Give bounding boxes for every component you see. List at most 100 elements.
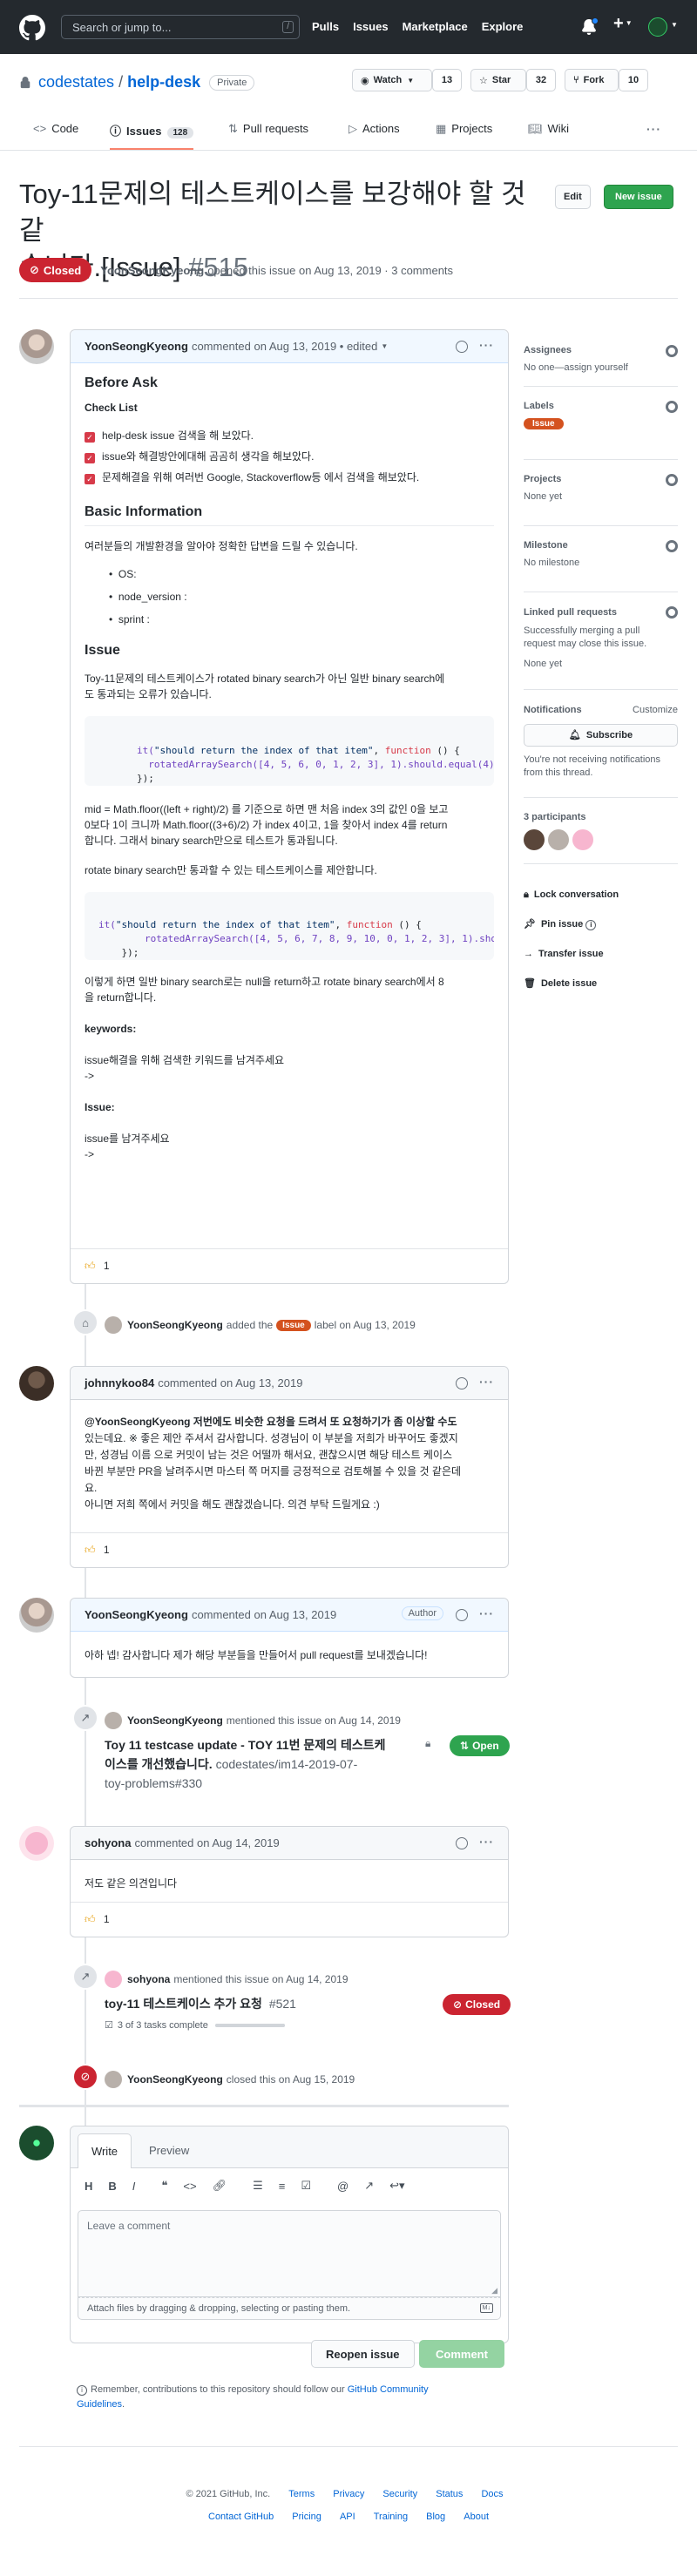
footer-link[interactable]: Pricing — [292, 2512, 321, 2522]
edit-title-button[interactable]: Edit — [555, 185, 591, 209]
comment-options-icon[interactable]: ··· — [479, 1606, 494, 1620]
comment-author[interactable]: johnnykoo84 — [85, 1376, 154, 1389]
footer-link[interactable]: Docs — [481, 2489, 503, 2499]
add-reaction-icon[interactable] — [456, 1377, 468, 1389]
watch-button[interactable]: ◉ Watch ▼ — [352, 69, 432, 91]
mentioned-pr-title[interactable]: 이스를 개선했습니다. — [105, 1757, 213, 1771]
event-avatar[interactable] — [105, 1971, 122, 1988]
write-tab[interactable]: Write — [78, 2133, 132, 2168]
watch-count[interactable]: 13 — [432, 69, 462, 91]
bold-icon[interactable]: B — [108, 2180, 116, 2193]
footer-link[interactable]: Security — [382, 2489, 417, 2499]
nav-marketplace[interactable]: Marketplace — [403, 20, 468, 33]
gear-icon[interactable] — [666, 345, 678, 357]
user-avatar[interactable] — [648, 17, 667, 37]
participant-avatar[interactable] — [572, 829, 593, 850]
footer-link[interactable]: Privacy — [333, 2489, 364, 2499]
preview-tab[interactable]: Preview — [149, 2144, 189, 2157]
fork-button[interactable]: ⑂ Fork — [565, 69, 619, 91]
mentioned-pr-ref[interactable]: toy-problems#330 — [105, 1776, 202, 1790]
mentioned-issue-number[interactable]: #521 — [269, 1997, 296, 2011]
gear-icon[interactable] — [666, 474, 678, 486]
more-tabs-icon[interactable]: ··· — [646, 122, 661, 136]
repo-name-link[interactable]: help-desk — [127, 73, 200, 91]
numbered-list-icon[interactable]: ≡ — [279, 2180, 286, 2193]
footer-link[interactable]: Training — [374, 2512, 408, 2522]
footer-link[interactable]: Blog — [426, 2512, 445, 2522]
transfer-issue-link[interactable]: → Transfer issue — [524, 939, 678, 969]
tab-issues[interactable]: ⓘ Issues 128 — [110, 120, 194, 150]
heading-icon[interactable]: H — [85, 2180, 92, 2193]
mentioned-pr-ref[interactable]: codestates/im14-2019-07- — [216, 1757, 358, 1771]
link-icon[interactable]: 🔗︎ — [213, 2179, 227, 2193]
event-author[interactable]: YoonSeongKyeong — [127, 1714, 223, 1727]
footer-link[interactable]: Status — [436, 2489, 463, 2499]
comment-author[interactable]: YoonSeongKyeong — [85, 340, 188, 353]
assignees-value[interactable]: No one—assign yourself — [524, 362, 678, 373]
add-reaction-icon[interactable] — [456, 341, 468, 353]
event-author[interactable]: sohyona — [127, 1973, 170, 1985]
nav-issues[interactable]: Issues — [353, 20, 388, 33]
linked-prs-heading[interactable]: Linked pull requests — [524, 592, 678, 619]
add-reaction-icon[interactable] — [456, 1609, 468, 1621]
gear-icon[interactable] — [666, 540, 678, 552]
tab-wiki[interactable]: 📖︎ Wiki — [528, 122, 569, 136]
tab-projects[interactable]: ▦ Projects — [436, 122, 492, 136]
tab-code[interactable]: <> Code — [33, 122, 78, 135]
comment-button[interactable]: Comment — [419, 2340, 504, 2368]
footer-link[interactable]: API — [340, 2512, 355, 2522]
comment-avatar[interactable] — [19, 1366, 54, 1401]
comment-textarea[interactable]: Leave a comment ◢ — [78, 2210, 501, 2297]
mentioned-issue[interactable]: toy-11 테스트케이스 추가 요청 #521 — [105, 1995, 296, 2012]
avatar-caret-icon[interactable]: ▼ — [671, 21, 678, 29]
code-icon[interactable]: <> — [183, 2180, 196, 2193]
plus-menu-button[interactable]: + ▼ — [613, 14, 633, 34]
nav-pulls[interactable]: Pulls — [312, 20, 339, 33]
quote-icon[interactable]: ❝ — [161, 2179, 167, 2193]
mention-icon[interactable]: @ — [337, 2180, 348, 2193]
issue-author-link[interactable]: YoonSeongKyeong — [100, 264, 204, 277]
comment-avatar[interactable] — [19, 329, 54, 364]
event-avatar[interactable] — [105, 1712, 122, 1729]
milestone-heading[interactable]: Milestone — [524, 526, 678, 551]
github-logo-icon[interactable] — [19, 15, 45, 41]
thumbs-up-reaction[interactable]: 👍︎ 1 — [85, 1544, 110, 1557]
add-reaction-icon[interactable] — [456, 1837, 468, 1849]
tab-actions[interactable]: ▷ Actions — [348, 122, 400, 136]
event-avatar[interactable] — [105, 2071, 122, 2088]
assignees-heading[interactable]: Assignees — [524, 329, 678, 355]
pin-issue-link[interactable]: 📌︎ Pin issue i — [524, 909, 678, 939]
gear-icon[interactable] — [666, 606, 678, 619]
footer-link[interactable]: About — [464, 2512, 489, 2522]
subscribe-button[interactable]: 🔔︎ Subscribe — [524, 724, 678, 747]
new-issue-button[interactable]: New issue — [604, 185, 673, 209]
reopen-issue-button[interactable]: ↻Reopen issue — [311, 2340, 415, 2368]
footer-link[interactable]: Contact GitHub — [208, 2512, 274, 2522]
lock-conversation-link[interactable]: 🔒︎ Lock conversation — [524, 880, 678, 909]
participant-avatar[interactable] — [548, 829, 569, 850]
comment-options-icon[interactable]: ··· — [479, 1835, 494, 1849]
cross-reference-icon[interactable]: ↗ — [364, 2179, 374, 2193]
comment-options-icon[interactable]: ··· — [479, 338, 494, 352]
thumbs-up-reaction[interactable]: 👍︎ 1 — [85, 1260, 110, 1273]
current-user-avatar[interactable] — [19, 2126, 54, 2160]
edited-caret-icon[interactable]: ▼ — [381, 342, 388, 350]
comment-avatar[interactable] — [19, 1598, 54, 1633]
comment-avatar[interactable] — [19, 1826, 54, 1861]
nav-explore[interactable]: Explore — [482, 20, 524, 33]
community-guidelines-link[interactable]: Guidelines — [77, 2399, 122, 2410]
comment-author[interactable]: YoonSeongKyeong — [85, 1608, 188, 1621]
participant-avatar[interactable] — [524, 829, 545, 850]
comment-author[interactable]: sohyona — [85, 1836, 131, 1849]
sidebar-label-pill[interactable]: Issue — [524, 418, 564, 429]
comment-options-icon[interactable]: ··· — [479, 1375, 494, 1389]
attach-files-bar[interactable]: Attach files by dragging & dropping, sel… — [78, 2297, 501, 2320]
repo-owner-link[interactable]: codestates — [38, 73, 114, 91]
mentioned-issue-title[interactable]: toy-11 테스트케이스 추가 요청 — [105, 1997, 262, 2011]
issue-label-pill[interactable]: Issue — [276, 1319, 311, 1331]
gear-icon[interactable] — [666, 401, 678, 413]
search-input[interactable]: Search or jump to... / — [61, 15, 300, 39]
task-list-icon[interactable]: ☑ — [301, 2179, 311, 2193]
community-guidelines-link[interactable]: GitHub Community — [348, 2384, 429, 2395]
star-button[interactable]: ☆ Star — [470, 69, 526, 91]
